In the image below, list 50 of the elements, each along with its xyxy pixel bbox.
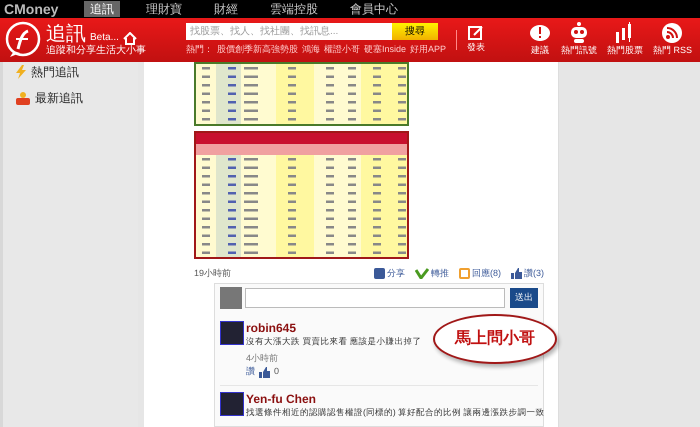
nav-tab[interactable]: 追訊 xyxy=(84,1,120,17)
comment-text: 找選條件相近的認購認售權證(同標的) 算好配合的比例 讓兩邊漲跌步調一致 xyxy=(246,406,544,418)
post-action-link[interactable]: 轉推 xyxy=(415,266,449,280)
hot-link[interactable]: 鴻海 xyxy=(302,43,320,57)
tagline: 追蹤和分享生活大小事 xyxy=(46,45,146,57)
beta-label: Beta... xyxy=(90,31,119,44)
send-button[interactable]: 送出 xyxy=(510,288,538,308)
callout-bubble: 馬上問小哥 xyxy=(433,314,557,364)
toolbar-button[interactable]: 熱門訊號 xyxy=(560,22,597,58)
brand-title: 追訊 xyxy=(46,23,86,45)
like-count: 0 xyxy=(274,365,280,378)
follow-logo xyxy=(4,21,42,59)
thumbs-up-icon xyxy=(259,366,270,378)
like-link[interactable]: 讚 xyxy=(246,365,255,379)
sidebar-item[interactable]: 最新追訊 xyxy=(15,89,138,107)
hot-link[interactable]: 股價創季新高強勢股 xyxy=(217,43,298,57)
post-action-link[interactable]: 回應(8) xyxy=(459,266,501,280)
comment-author[interactable]: robin645 xyxy=(246,321,422,335)
nav-tab[interactable]: 理財寶 xyxy=(140,1,188,17)
comment-time: 4小時前 xyxy=(246,352,280,365)
toolbar-button[interactable]: 熱門 RSS xyxy=(652,22,692,58)
comment-author[interactable]: Yen-fu Chen xyxy=(246,392,544,406)
comment-text: 沒有大漲大跌 買賣比來看 應該是小賺出掉了 xyxy=(246,335,422,348)
hot-link[interactable]: 好用APP xyxy=(410,43,446,57)
search-field[interactable]: 找股票、找人、找社團、找訊息... xyxy=(186,23,392,40)
post-button[interactable]: 發表 xyxy=(467,25,486,55)
lightning-icon xyxy=(15,65,27,79)
nav-tab[interactable]: 雲端控股 xyxy=(264,1,324,17)
post-action-link[interactable]: 分享 xyxy=(374,266,405,280)
edit-icon xyxy=(468,25,484,42)
search-button[interactable]: 搜尋 xyxy=(392,23,438,40)
comment-input[interactable] xyxy=(245,288,505,308)
toolbar-button[interactable]: 建議 xyxy=(528,24,551,58)
post-action-link[interactable]: 讚(3) xyxy=(511,266,544,280)
hot-link[interactable]: 權證小哥 xyxy=(324,43,360,57)
nav-tab[interactable]: 會員中心 xyxy=(344,1,404,17)
rss-icon xyxy=(661,22,684,44)
avatar-placeholder xyxy=(220,287,242,309)
avatar-placeholder xyxy=(220,321,244,345)
comment-icon xyxy=(459,268,470,279)
hot-label: 熱門： xyxy=(186,43,213,56)
post-time: 19小時前 xyxy=(194,266,232,280)
cmoney-logo: CMoney xyxy=(4,0,60,19)
sidebar-item[interactable]: 熱門追訊 xyxy=(15,63,138,81)
avatar-placeholder xyxy=(220,392,244,416)
thumbs-up-icon xyxy=(511,268,522,279)
nav-tab[interactable]: 財經 xyxy=(208,1,244,17)
hot-link[interactable]: 硬塞Inside xyxy=(364,43,406,57)
toolbar-button[interactable]: 熱門股票 xyxy=(606,22,643,58)
home-icon[interactable] xyxy=(122,32,137,45)
